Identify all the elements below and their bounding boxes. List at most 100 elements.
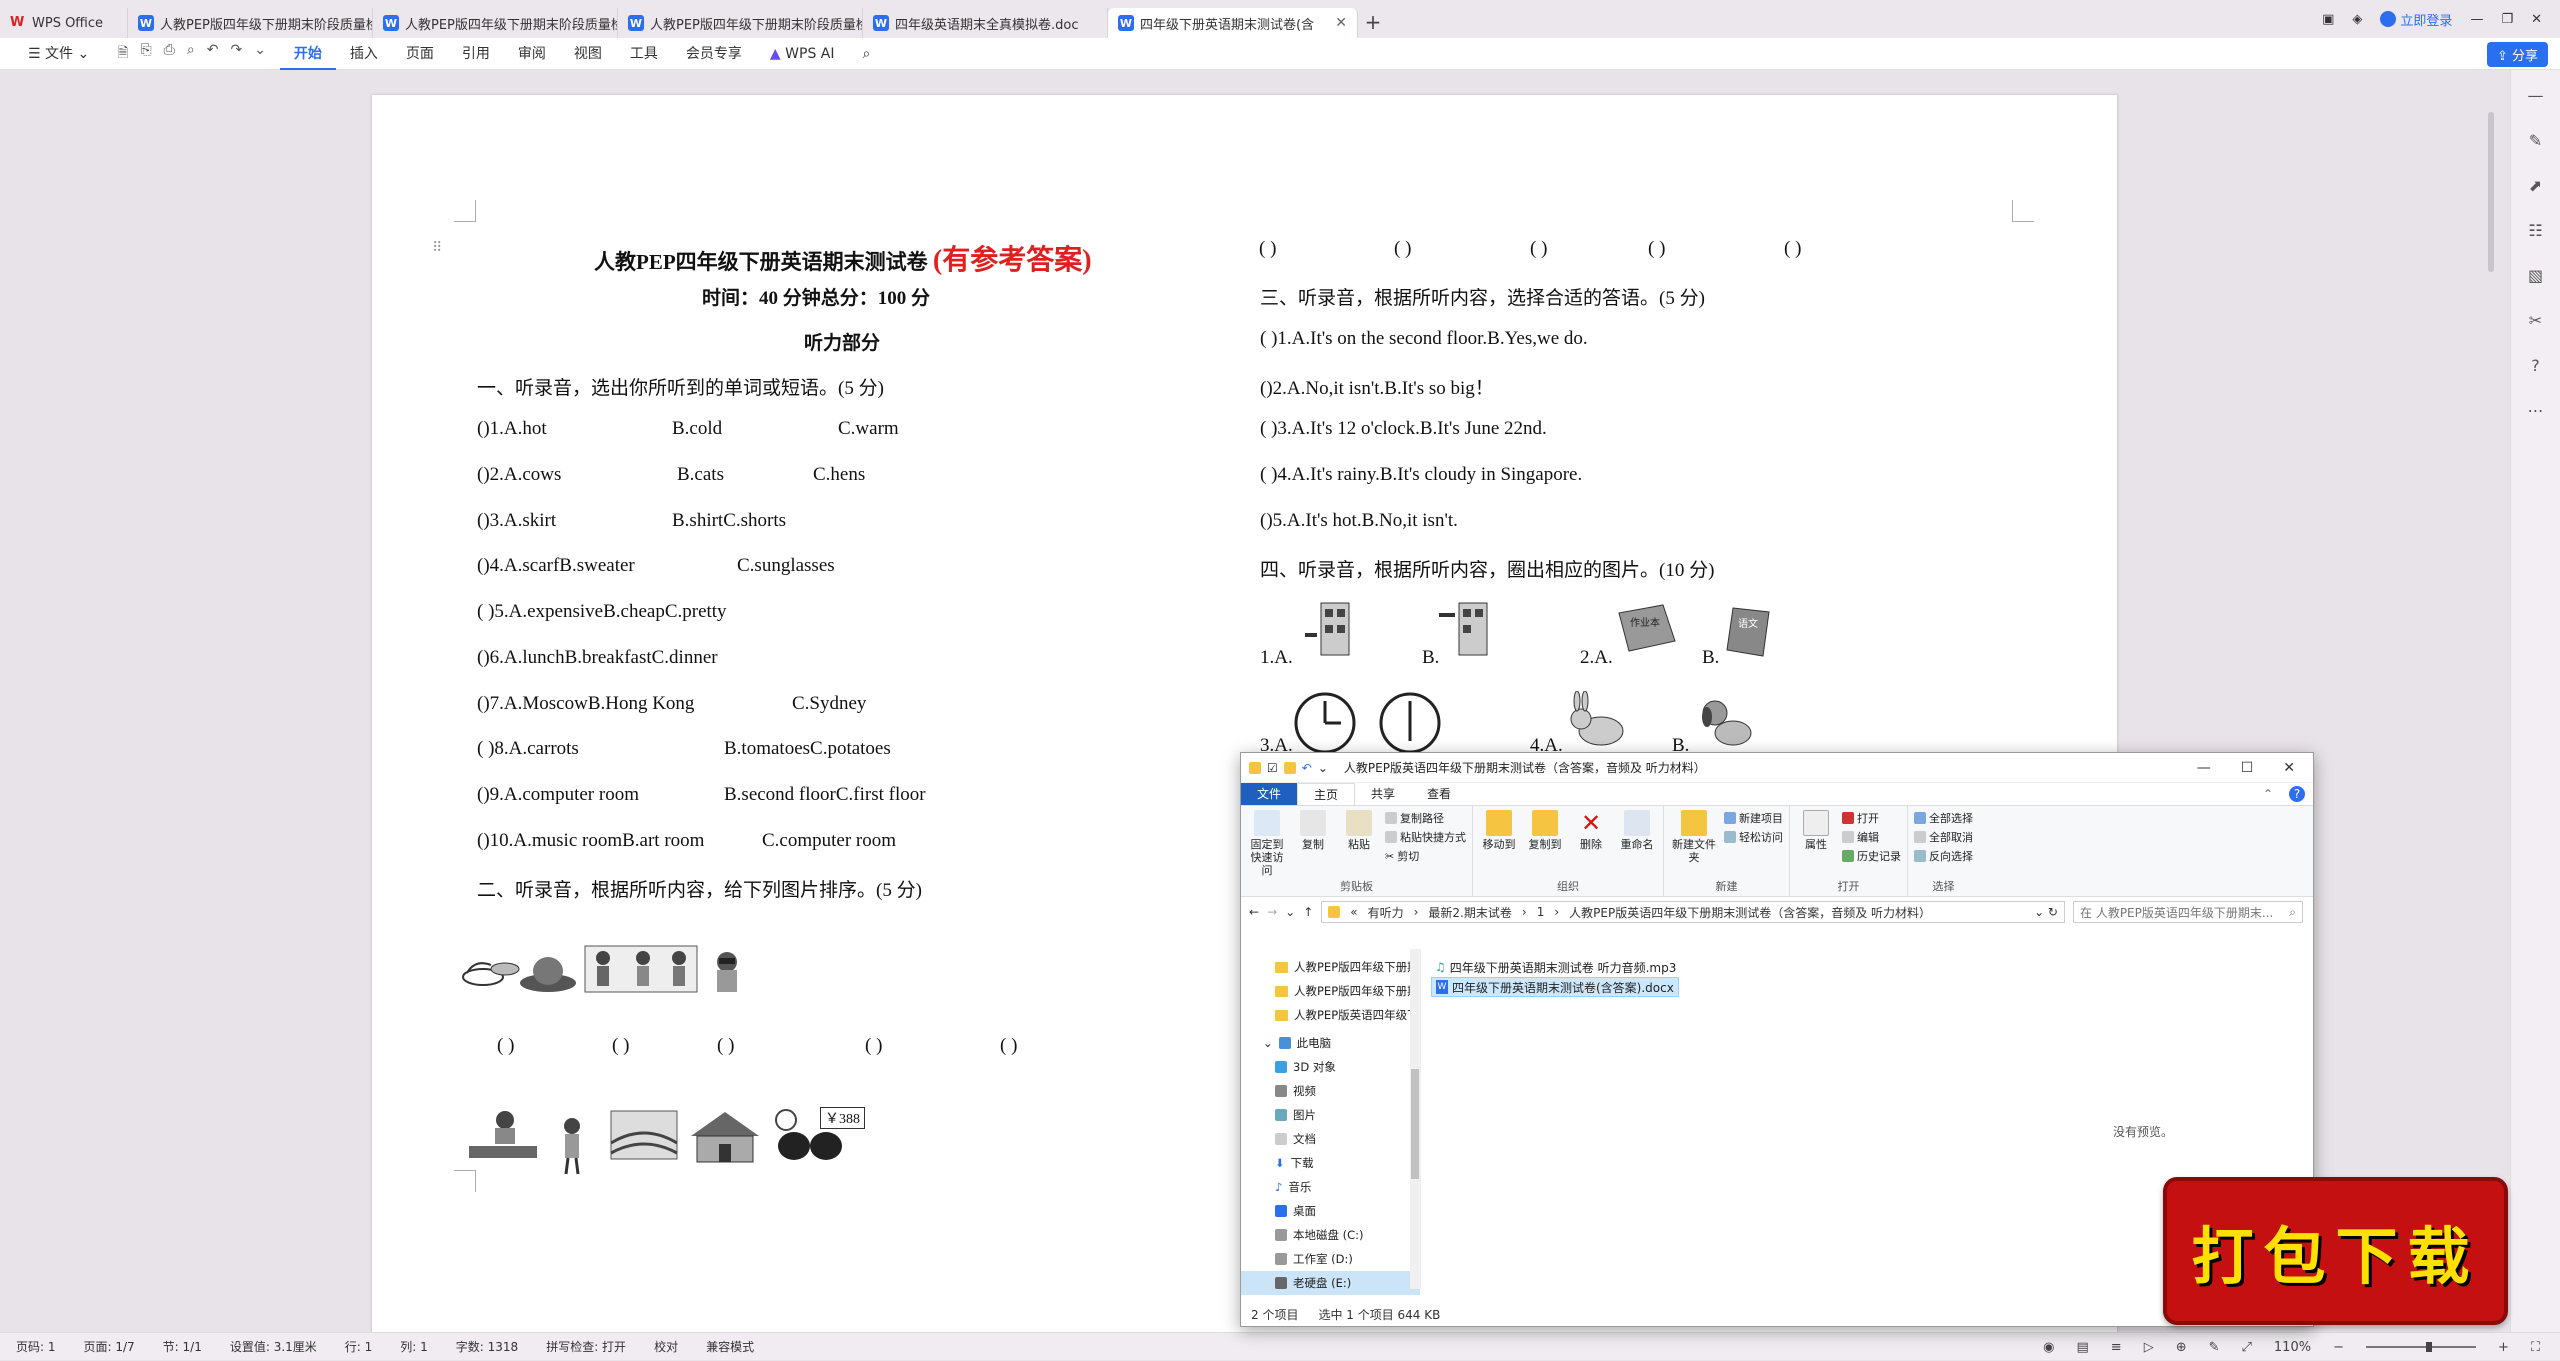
status-pages[interactable]: 页面: 1/7 — [84, 1338, 135, 1355]
scrollbar-thumb[interactable] — [2488, 112, 2494, 272]
print-icon[interactable]: ⎙ — [164, 42, 175, 66]
easy-access-button[interactable]: 轻松访问 — [1724, 829, 1783, 845]
window-layout-icon[interactable]: ▣ — [2322, 12, 2334, 27]
ribbon-collapse-icon[interactable]: ⌃ — [2247, 783, 2289, 805]
file-item-docx[interactable]: W 四年级下册英语期末测试卷(含答案).docx — [1431, 977, 1679, 997]
tab-wps-home[interactable]: W WPS Office — [0, 8, 128, 38]
save-icon[interactable]: 🗎 — [117, 42, 128, 66]
menu-member[interactable]: 会员专享 — [672, 38, 756, 70]
fullscreen-icon[interactable]: ⛶ — [2531, 1340, 2540, 1355]
breadcrumb[interactable]: 最新2.期末试卷 — [1428, 904, 1511, 921]
recent-dropdown-icon[interactable]: ⌄ — [1285, 905, 1295, 919]
nav-scrollbar[interactable] — [1410, 949, 1420, 1289]
invert-selection-button[interactable]: 反向选择 — [1914, 848, 1973, 864]
nav-item[interactable]: 人教PEP版四年级下册期 — [1241, 979, 1420, 1003]
nav-item[interactable]: 文档 — [1241, 1127, 1420, 1151]
status-proof[interactable]: 校对 — [654, 1338, 678, 1355]
ribbon-tab-home[interactable]: 主页 — [1297, 783, 1356, 805]
ribbon-tab-file[interactable]: 文件 — [1241, 783, 1298, 805]
menu-references[interactable]: 引用 — [448, 38, 504, 70]
redo-icon[interactable]: ↷ — [230, 42, 242, 66]
wps-ai-button[interactable]: ▲ WPS AI — [756, 38, 849, 70]
nav-item[interactable]: 老硬盘 (E:) — [1241, 1271, 1420, 1295]
close-window-icon[interactable]: ✕ — [2531, 12, 2542, 27]
copy-path-button[interactable]: 复制路径 — [1385, 810, 1466, 826]
tab-doc-active[interactable]: W 四年级下册英语期末测试卷(含 ✕ — [1108, 8, 1358, 38]
nav-item[interactable]: 人教PEP版四年级下册期 — [1241, 955, 1420, 979]
nav-scrollbar-thumb[interactable] — [1411, 1069, 1419, 1179]
nav-item[interactable]: 视频 — [1241, 1079, 1420, 1103]
history-button[interactable]: 历史记录 — [1842, 848, 1901, 864]
select-all-button[interactable]: 全部选择 — [1914, 810, 1973, 826]
pin-button[interactable]: 固定到快速访问 — [1247, 810, 1287, 877]
collapse-icon[interactable]: — — [2528, 86, 2544, 105]
ribbon-tab-share[interactable]: 共享 — [1355, 783, 1411, 805]
export-icon[interactable]: ⎘ — [140, 42, 151, 66]
tab-doc-2[interactable]: W 人教PEP版四年级下册期末阶段质量检 — [373, 8, 618, 38]
chevron-down-icon[interactable]: ⌄ — [1318, 761, 1328, 775]
tools-icon[interactable]: ✂ — [2529, 311, 2542, 330]
forward-icon[interactable]: → — [1267, 905, 1277, 919]
explorer-search-input[interactable]: 在 人教PEP版英语四年级下册期末... ⌕ — [2073, 901, 2303, 923]
close-icon[interactable]: ✕ — [2283, 760, 2295, 776]
back-icon[interactable]: ← — [1249, 905, 1259, 919]
refresh-icon[interactable]: ⌄ ↻ — [2034, 905, 2064, 919]
search-icon[interactable]: ⌕ — [848, 38, 884, 70]
share-button[interactable]: ⇪ 分享 — [2486, 42, 2548, 67]
close-tab-icon[interactable]: ✕ — [1335, 15, 1347, 31]
download-package-badge[interactable]: 打包下载 — [2163, 1177, 2508, 1325]
page-view-icon[interactable]: ▤ — [2076, 1340, 2088, 1355]
nav-item[interactable]: 本地磁盘 (C:) — [1241, 1223, 1420, 1247]
new-item-button[interactable]: 新建项目 — [1724, 810, 1783, 826]
copy-button[interactable]: 复制 — [1293, 810, 1333, 851]
drag-handle-icon[interactable]: ⠿ — [432, 240, 442, 257]
rename-button[interactable]: 重命名 — [1617, 810, 1657, 851]
web-view-icon[interactable]: ⊕ — [2176, 1340, 2187, 1355]
menu-review[interactable]: 审阅 — [504, 38, 560, 70]
properties-quick-icon[interactable]: ☑ — [1267, 761, 1278, 775]
menu-insert[interactable]: 插入 — [336, 38, 392, 70]
nav-item[interactable]: ⬇ 下载 — [1241, 1151, 1420, 1175]
write-icon[interactable]: ✎ — [2209, 1340, 2220, 1355]
menu-page[interactable]: 页面 — [392, 38, 448, 70]
cut-button[interactable]: ✂ 剪切 — [1385, 848, 1466, 864]
nav-item[interactable]: 桌面 — [1241, 1199, 1420, 1223]
help-icon[interactable]: ? — [2531, 356, 2540, 375]
up-icon[interactable]: ↑ — [1303, 905, 1313, 919]
help-icon[interactable]: ? — [2289, 786, 2305, 802]
undo-icon[interactable]: ↶ — [207, 42, 219, 66]
eye-icon[interactable]: ◉ — [2043, 1340, 2054, 1355]
zoom-slider[interactable] — [2365, 1342, 2476, 1352]
nav-item[interactable]: 人教PEP版英语四年级下 — [1241, 1003, 1420, 1027]
minimize-icon[interactable]: — — [2197, 760, 2211, 776]
minimize-icon[interactable]: — — [2470, 12, 2483, 27]
tab-doc-3[interactable]: W 人教PEP版四年级下册期末阶段质量检 — [618, 8, 863, 38]
new-folder-quick-icon[interactable] — [1283, 761, 1296, 774]
copy-to-button[interactable]: 复制到 — [1525, 810, 1565, 851]
ribbon-tab-view[interactable]: 查看 — [1411, 783, 1467, 805]
tab-doc-4[interactable]: W 四年级英语期末全真模拟卷.doc — [863, 8, 1108, 38]
open-button[interactable]: 打开 — [1842, 810, 1901, 826]
outline-view-icon[interactable]: ≡ — [2111, 1340, 2122, 1355]
breadcrumb[interactable]: 1 — [1537, 905, 1545, 919]
paste-shortcut-button[interactable]: 粘贴快捷方式 — [1385, 829, 1466, 845]
menu-view[interactable]: 视图 — [560, 38, 616, 70]
maximize-icon[interactable]: ❐ — [2501, 12, 2513, 27]
move-to-button[interactable]: 移动到 — [1479, 810, 1519, 851]
vertical-scrollbar[interactable] — [2488, 100, 2496, 1320]
file-item-mp3[interactable]: ♫ 四年级下册英语期末测试卷 听力音频.mp3 — [1431, 957, 1680, 977]
image-icon[interactable]: ▧ — [2528, 266, 2543, 285]
maximize-icon[interactable]: ☐ — [2241, 760, 2254, 776]
nav-item[interactable]: 图片 — [1241, 1103, 1420, 1127]
new-folder-button[interactable]: 新建文件夹 — [1670, 810, 1718, 864]
select-none-button[interactable]: 全部取消 — [1914, 829, 1973, 845]
delete-button[interactable]: ✕ 删除 — [1571, 810, 1611, 851]
skin-icon[interactable]: ◈ — [2352, 12, 2362, 27]
nav-item-this-pc[interactable]: ⌄ 此电脑 — [1241, 1031, 1420, 1055]
print-preview-icon[interactable]: ⌕ — [187, 42, 195, 66]
zoom-slider-handle[interactable] — [2425, 1342, 2432, 1352]
tab-doc-1[interactable]: W 人教PEP版四年级下册期末阶段质量检 — [128, 8, 373, 38]
select-icon[interactable]: ⬈ — [2529, 176, 2542, 195]
edit-button[interactable]: 编辑 — [1842, 829, 1901, 845]
menu-home[interactable]: 开始 — [279, 38, 336, 70]
